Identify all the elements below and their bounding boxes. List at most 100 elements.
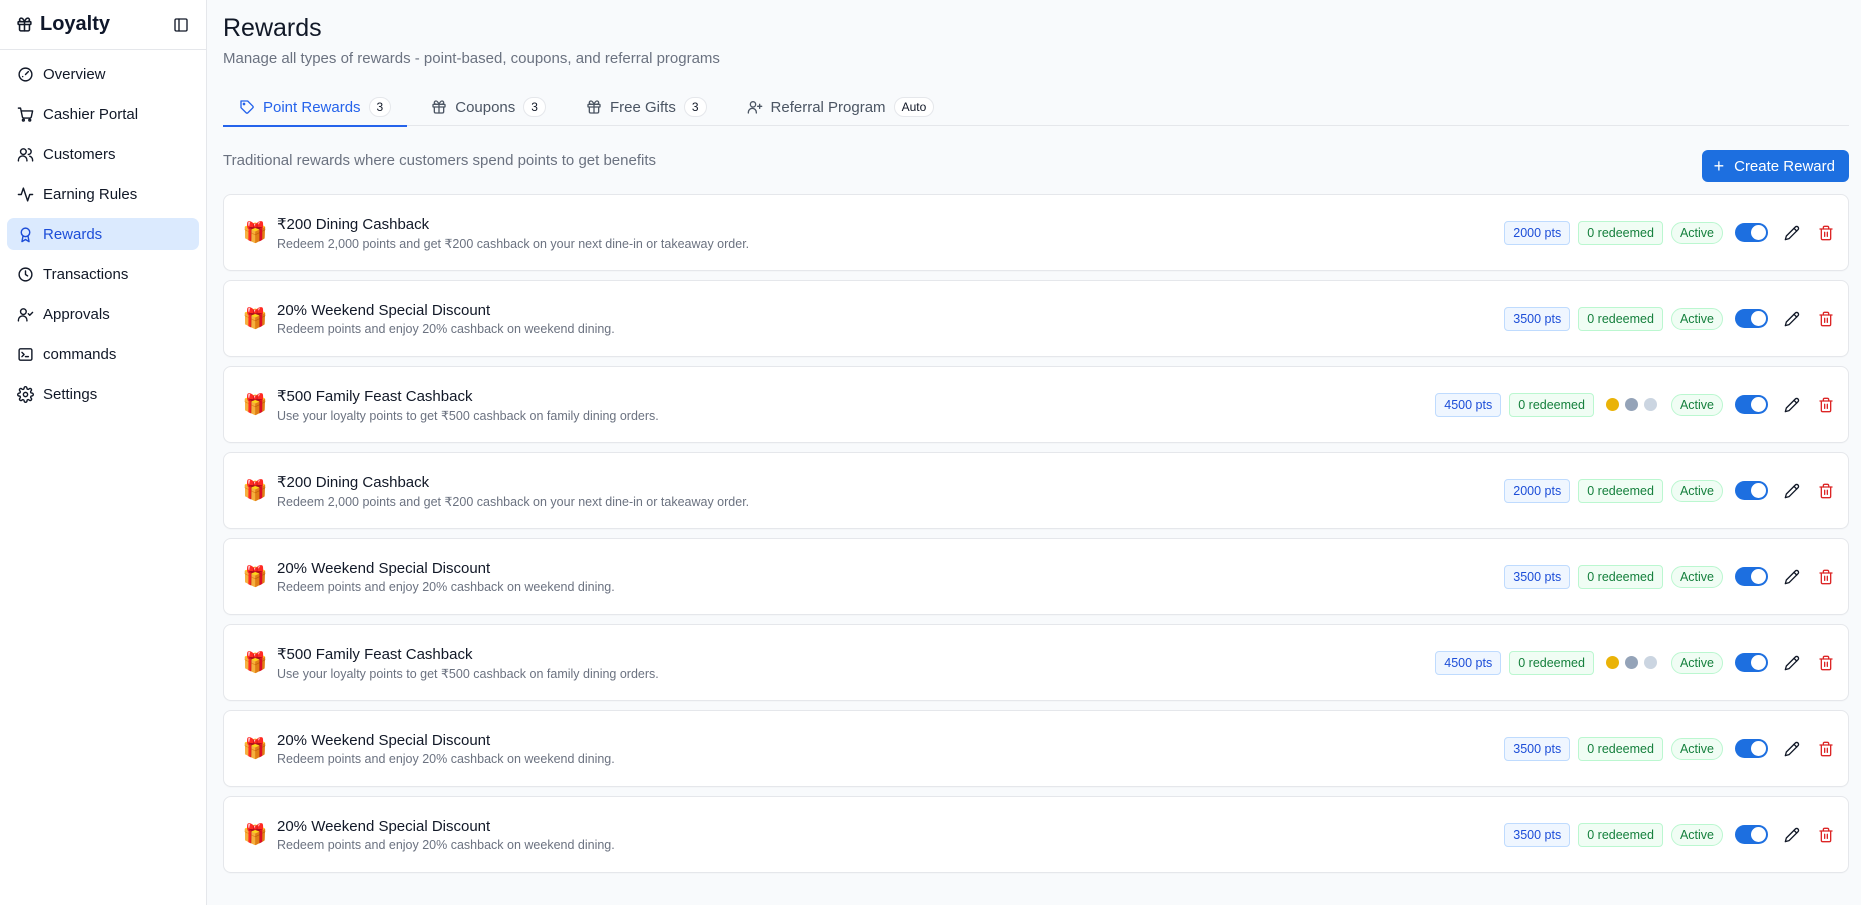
reward-description: Redeem points and enjoy 20% cashback on …: [277, 321, 615, 336]
user-check-icon: [16, 305, 34, 323]
sidebar-item-label: Approvals: [43, 305, 110, 323]
status-badge: Active: [1670, 479, 1723, 502]
trash-icon[interactable]: [1816, 567, 1836, 587]
tab-coupons[interactable]: Coupons 3: [415, 88, 562, 126]
terminal-icon: [16, 345, 34, 363]
status-badge: Active: [1670, 651, 1723, 674]
reward-enabled-toggle[interactable]: [1735, 825, 1768, 844]
sidebar-item-label: Overview: [43, 65, 106, 83]
reward-card: 🎁 ₹500 Family Feast Cashback Use your loya…: [223, 366, 1849, 443]
points-badge: 3500 pts: [1504, 306, 1571, 331]
gift-emoji-icon: 🎁: [242, 566, 268, 588]
tab-label: Point Rewards: [263, 98, 361, 116]
edit-icon[interactable]: [1782, 481, 1802, 501]
gift-emoji-icon: 🎁: [242, 222, 268, 244]
plus-icon: +: [1713, 156, 1725, 176]
reward-meta: 4500 pts 0 redeemed Active: [1427, 392, 1836, 417]
edit-icon[interactable]: [1782, 825, 1802, 845]
sidebar-item-label: Transactions: [43, 265, 129, 283]
reward-info: ₹500 Family Feast Cashback Use your loyal…: [277, 387, 1427, 423]
reward-name: 20% Weekend Special Discount: [277, 559, 491, 577]
redeemed-badge: 0 redeemed: [1578, 822, 1663, 847]
tier-indicators: [1605, 398, 1663, 411]
tab-free-gifts[interactable]: Free Gifts 3: [570, 88, 723, 126]
gift-emoji-icon: 🎁: [242, 738, 268, 760]
gear-icon: [16, 385, 34, 403]
edit-icon[interactable]: [1782, 653, 1802, 673]
edit-icon[interactable]: [1782, 567, 1802, 587]
tab-referral-program[interactable]: Referral Program Auto: [731, 88, 951, 126]
points-badge: 4500 pts: [1435, 392, 1502, 417]
edit-icon[interactable]: [1782, 223, 1802, 243]
brand-header: Loyalty: [0, 0, 206, 50]
tab-label: Referral Program: [770, 98, 886, 116]
tab-count-badge: 3: [523, 97, 546, 117]
sidebar-item-transactions[interactable]: Transactions: [7, 258, 199, 290]
main-content: Rewards Manage all types of rewards - po…: [223, 0, 1849, 905]
reward-description: Redeem 2,000 points and get ₹200 cashbac…: [277, 236, 750, 251]
reward-meta: 2000 pts 0 redeemed Active: [1496, 220, 1836, 245]
points-badge: 3500 pts: [1504, 822, 1571, 847]
sidebar-item-overview[interactable]: Overview: [7, 58, 199, 90]
sidebar-item-earning-rules[interactable]: Earning Rules: [7, 178, 199, 210]
reward-description: Use your loyalty points to get ₹500 cash…: [277, 408, 659, 423]
edit-icon[interactable]: [1782, 395, 1802, 415]
sidebar-item-rewards[interactable]: Rewards: [7, 218, 199, 250]
activity-icon: [16, 185, 34, 203]
redeemed-badge: 0 redeemed: [1509, 392, 1594, 417]
reward-info: ₹200 Dining Cashback Redeem 2,000 points …: [277, 215, 1496, 251]
tab-label: Free Gifts: [609, 98, 676, 116]
sidebar-toggle-icon[interactable]: [172, 16, 190, 34]
trash-icon[interactable]: [1816, 739, 1836, 759]
reward-card: 🎁 20% Weekend Special Discount Redeem poin…: [223, 796, 1849, 873]
reward-info: 20% Weekend Special Discount Redeem point…: [277, 560, 1496, 594]
sidebar-item-cashier-portal[interactable]: Cashier Portal: [7, 98, 199, 130]
redeemed-badge: 0 redeemed: [1578, 736, 1663, 761]
tab-label: Coupons: [455, 98, 516, 116]
platinum-tier-dot: [1643, 656, 1657, 669]
reward-description: Redeem 2,000 points and get ₹200 cashbac…: [277, 494, 750, 509]
sidebar-nav: Overview Cashier Portal Customers Earning R…: [0, 50, 206, 426]
trash-icon[interactable]: [1816, 653, 1836, 673]
edit-icon[interactable]: [1782, 309, 1802, 329]
reward-enabled-toggle[interactable]: [1735, 309, 1768, 328]
tab-point-rewards[interactable]: Point Rewards 3: [223, 88, 408, 127]
trash-icon[interactable]: [1816, 481, 1836, 501]
award-icon: [16, 225, 34, 243]
redeemed-badge: 0 redeemed: [1578, 220, 1663, 245]
clock-icon: [16, 265, 34, 283]
redeemed-badge: 0 redeemed: [1578, 478, 1663, 503]
sidebar-item-customers[interactable]: Customers: [7, 138, 199, 170]
reward-enabled-toggle[interactable]: [1735, 739, 1768, 758]
trash-icon[interactable]: [1816, 825, 1836, 845]
reward-meta: 3500 pts 0 redeemed Active: [1496, 736, 1836, 761]
reward-card: 🎁 20% Weekend Special Discount Redeem poin…: [223, 538, 1849, 615]
reward-meta: 3500 pts 0 redeemed Active: [1496, 306, 1836, 331]
reward-description: Redeem points and enjoy 20% cashback on …: [277, 837, 615, 852]
reward-name: 20% Weekend Special Discount: [277, 301, 491, 319]
page-title: Rewards: [223, 14, 322, 42]
reward-info: ₹200 Dining Cashback Redeem 2,000 points …: [277, 473, 1496, 509]
create-reward-button[interactable]: + Create Reward: [1701, 150, 1849, 182]
reward-card: 🎁 ₹200 Dining Cashback Redeem 2,000 points…: [223, 452, 1849, 529]
sidebar-item-label: Cashier Portal: [43, 105, 139, 123]
trash-icon[interactable]: [1816, 395, 1836, 415]
reward-enabled-toggle[interactable]: [1735, 395, 1768, 414]
redeemed-badge: 0 redeemed: [1578, 564, 1663, 589]
reward-enabled-toggle[interactable]: [1735, 653, 1768, 672]
trash-icon[interactable]: [1816, 309, 1836, 329]
reward-enabled-toggle[interactable]: [1735, 223, 1768, 242]
edit-icon[interactable]: [1782, 739, 1802, 759]
reward-name: ₹500 Family Feast Cashback: [277, 645, 473, 663]
tag-icon: [239, 99, 255, 115]
gift-emoji-icon: 🎁: [242, 308, 268, 330]
sidebar-item-label: Customers: [43, 145, 116, 163]
sidebar-item-settings[interactable]: Settings: [7, 378, 199, 410]
reward-enabled-toggle[interactable]: [1735, 567, 1768, 586]
sidebar-item-approvals[interactable]: Approvals: [7, 298, 199, 330]
platinum-tier-dot: [1643, 398, 1657, 411]
reward-card: 🎁 ₹200 Dining Cashback Redeem 2,000 points…: [223, 194, 1849, 271]
trash-icon[interactable]: [1816, 223, 1836, 243]
reward-enabled-toggle[interactable]: [1735, 481, 1768, 500]
sidebar-item-commands[interactable]: commands: [7, 338, 199, 370]
